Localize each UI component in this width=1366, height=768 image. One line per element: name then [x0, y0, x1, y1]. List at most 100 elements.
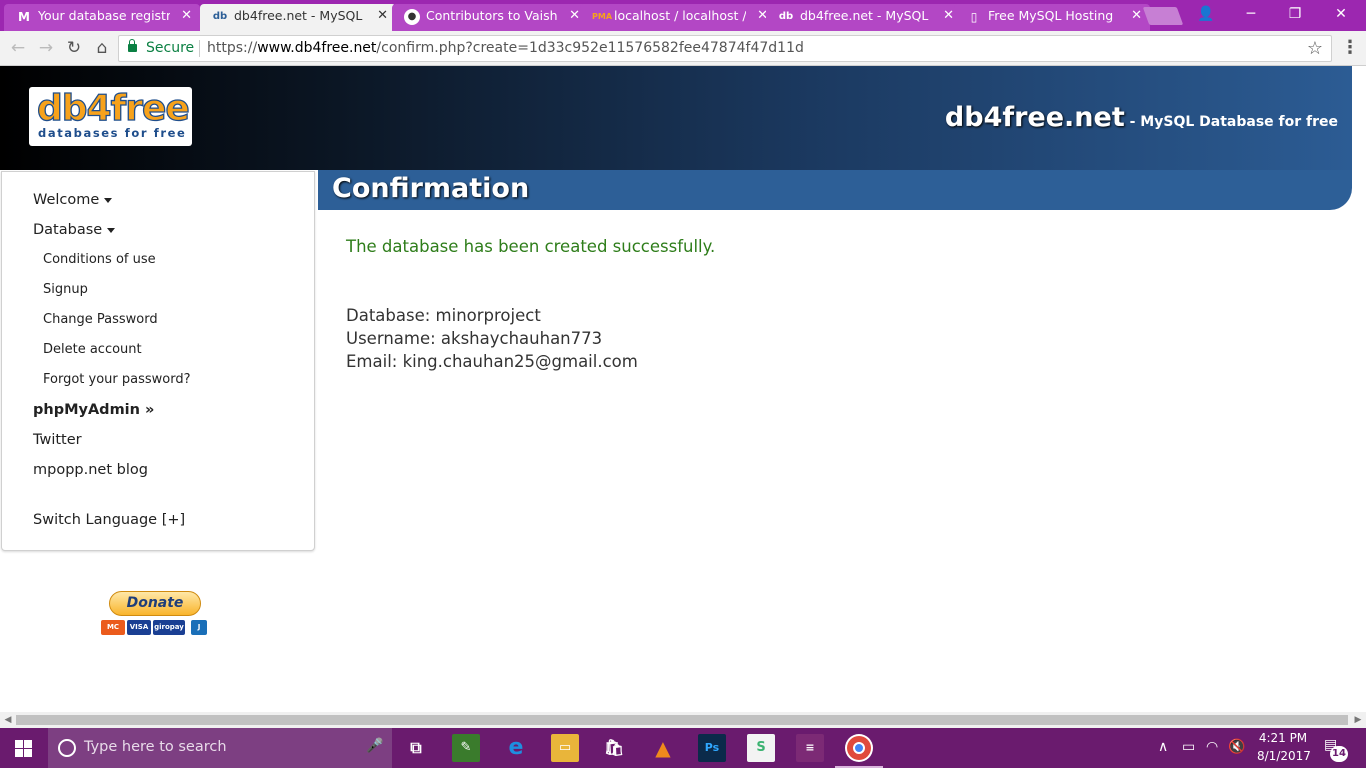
nav-database-label: Database	[33, 222, 103, 238]
url-scheme: https://	[207, 40, 258, 56]
page-icon: ▯	[970, 10, 978, 24]
close-icon[interactable]: ✕	[569, 4, 580, 28]
mastercard-icon: MC	[101, 620, 125, 635]
start-button[interactable]	[0, 728, 48, 768]
logo-sub-text: databases for free	[38, 126, 187, 140]
github-icon: ●	[404, 9, 420, 25]
lock-icon	[128, 39, 137, 52]
nav-conditions-of-use[interactable]: Conditions of use	[43, 252, 156, 267]
microphone-icon[interactable]: 🎤	[366, 738, 383, 754]
task-view-icon[interactable]: ⧉	[402, 734, 430, 762]
phpmyadmin-icon: PMA	[592, 12, 613, 21]
close-window-button[interactable]: ✕	[1318, 0, 1364, 28]
nav-phpmyadmin[interactable]: phpMyAdmin »	[33, 402, 154, 418]
profile-icon[interactable]: 👤	[1186, 0, 1226, 28]
windows-taskbar: Type here to search 🎤 ⧉ ✎ e ▭ 🛍 ▲ Ps S ≡…	[0, 728, 1366, 768]
paypal-donate: Donate MC VISA giropay J	[101, 591, 209, 637]
forward-arrow-icon[interactable]: →	[34, 36, 58, 60]
content-title-bar: Confirmation	[318, 170, 1352, 210]
secure-label: Secure	[146, 40, 195, 56]
browser-toolbar: ← → ↻ ⌂ Secure https://www.db4free.net/c…	[0, 31, 1366, 66]
tab-title: Contributors to Vaishna	[426, 8, 558, 23]
site-header: db4free databases for free db4free.net -…	[0, 66, 1352, 170]
tab-title: db4free.net - MySQL Da	[800, 8, 932, 23]
nav-blog[interactable]: mpopp.net blog	[33, 462, 148, 478]
nav-change-password[interactable]: Change Password	[43, 312, 158, 327]
clock-time[interactable]: 4:21 PM	[1257, 731, 1309, 745]
photoshop-icon[interactable]: Ps	[698, 734, 726, 762]
clock-date[interactable]: 8/1/2017	[1257, 749, 1311, 763]
battery-icon[interactable]: ▭	[1182, 739, 1195, 755]
close-icon[interactable]: ✕	[181, 4, 192, 28]
taskbar-search-box[interactable]: Type here to search 🎤	[48, 728, 392, 768]
site-tagline: - MySQL Database for free	[1124, 114, 1338, 130]
tab-title: Free MySQL Hosting	[988, 8, 1114, 23]
nav-forgot-password[interactable]: Forgot your password?	[43, 372, 191, 387]
tab-db4free-2[interactable]: db db4free.net - MySQL Da ✕	[766, 4, 962, 31]
url-path: /confirm.php?create=1d33c952e11576582fee…	[376, 40, 804, 56]
tab-db4free-active[interactable]: db db4free.net - MySQL Da ✕	[200, 4, 396, 31]
new-tab-button[interactable]	[1142, 7, 1184, 25]
caret-down-icon	[107, 227, 116, 233]
notification-count-badge: 14	[1330, 746, 1348, 762]
chrome-icon[interactable]	[845, 734, 873, 762]
tab-title: db4free.net - MySQL Da	[234, 8, 366, 23]
success-message: The database has been created successful…	[346, 237, 716, 256]
logo-main-text: db4free	[36, 88, 190, 129]
nav-database[interactable]: Database	[33, 222, 116, 238]
vlc-icon[interactable]: ▲	[649, 734, 677, 762]
db4free-logo[interactable]: db4free databases for free	[29, 87, 192, 146]
reload-icon[interactable]: ↻	[62, 36, 86, 60]
wifi-icon[interactable]: ◠	[1206, 739, 1218, 755]
tab-title: localhost / localhost / m	[614, 8, 746, 23]
jcb-icon: J	[191, 620, 207, 635]
tab-github[interactable]: ● Contributors to Vaishna ✕	[392, 4, 588, 31]
tab-title: Your database registratio	[38, 8, 170, 23]
nav-switch-language[interactable]: Switch Language [+]	[33, 512, 185, 528]
db4free-icon: db	[212, 11, 228, 22]
horizontal-scrollbar[interactable]: ◀ ▶	[0, 712, 1366, 728]
edge-icon[interactable]: e	[502, 734, 530, 762]
scroll-left-icon[interactable]: ◀	[0, 712, 16, 728]
home-icon[interactable]: ⌂	[90, 36, 114, 60]
tab-free-mysql-hosting[interactable]: ▯ Free MySQL Hosting ✕	[954, 4, 1150, 31]
back-arrow-icon[interactable]: ←	[6, 36, 30, 60]
sidebar-nav: Welcome Database Conditions of use Signu…	[1, 171, 315, 551]
volume-muted-icon[interactable]: 🔇	[1228, 739, 1245, 755]
nav-welcome[interactable]: Welcome	[33, 192, 113, 208]
gmail-icon: M	[18, 10, 30, 24]
store-icon[interactable]: 🛍	[600, 734, 628, 762]
page-title: Confirmation	[332, 173, 530, 204]
winrar-icon[interactable]: ≡	[796, 734, 824, 762]
browser-tab-strip: M Your database registratio ✕ db db4free…	[0, 0, 1366, 31]
address-bar[interactable]: Secure https://www.db4free.net/confirm.p…	[118, 35, 1332, 62]
donate-button[interactable]: Donate	[109, 591, 201, 616]
tab-phpmyadmin[interactable]: PMA localhost / localhost / m ✕	[580, 4, 776, 31]
giropay-icon: giropay	[153, 620, 185, 635]
nav-welcome-label: Welcome	[33, 192, 100, 208]
nav-delete-account[interactable]: Delete account	[43, 342, 142, 357]
minimize-button[interactable]: ─	[1228, 0, 1274, 28]
close-icon[interactable]: ✕	[943, 4, 954, 28]
nav-twitter[interactable]: Twitter	[33, 432, 82, 448]
visa-icon: VISA	[127, 620, 151, 635]
close-icon[interactable]: ✕	[1131, 4, 1142, 28]
site-name: db4free.net	[944, 102, 1125, 133]
restore-button[interactable]: ❐	[1272, 0, 1318, 28]
slack-icon[interactable]: S	[747, 734, 775, 762]
file-explorer-icon[interactable]: ▭	[551, 734, 579, 762]
url-text: https://www.db4free.net/confirm.php?crea…	[207, 36, 804, 61]
tab-gmail[interactable]: M Your database registratio ✕	[4, 4, 200, 31]
site-title: db4free.net - MySQL Database for free	[945, 102, 1338, 133]
browser-menu-icon[interactable]: ⋮	[1340, 36, 1360, 60]
bookmark-star-icon[interactable]: ☆	[1307, 36, 1323, 61]
nav-signup[interactable]: Signup	[43, 282, 88, 297]
scrollbar-thumb[interactable]	[16, 715, 1348, 725]
database-info: Database: minorproject	[346, 306, 541, 325]
cortana-icon	[58, 739, 76, 757]
scroll-right-icon[interactable]: ▶	[1350, 712, 1366, 728]
db4free-icon: db	[778, 11, 794, 22]
notepad-plus-icon[interactable]: ✎	[452, 734, 480, 762]
close-icon[interactable]: ✕	[377, 4, 388, 28]
chevron-up-icon[interactable]: ∧	[1158, 739, 1168, 755]
